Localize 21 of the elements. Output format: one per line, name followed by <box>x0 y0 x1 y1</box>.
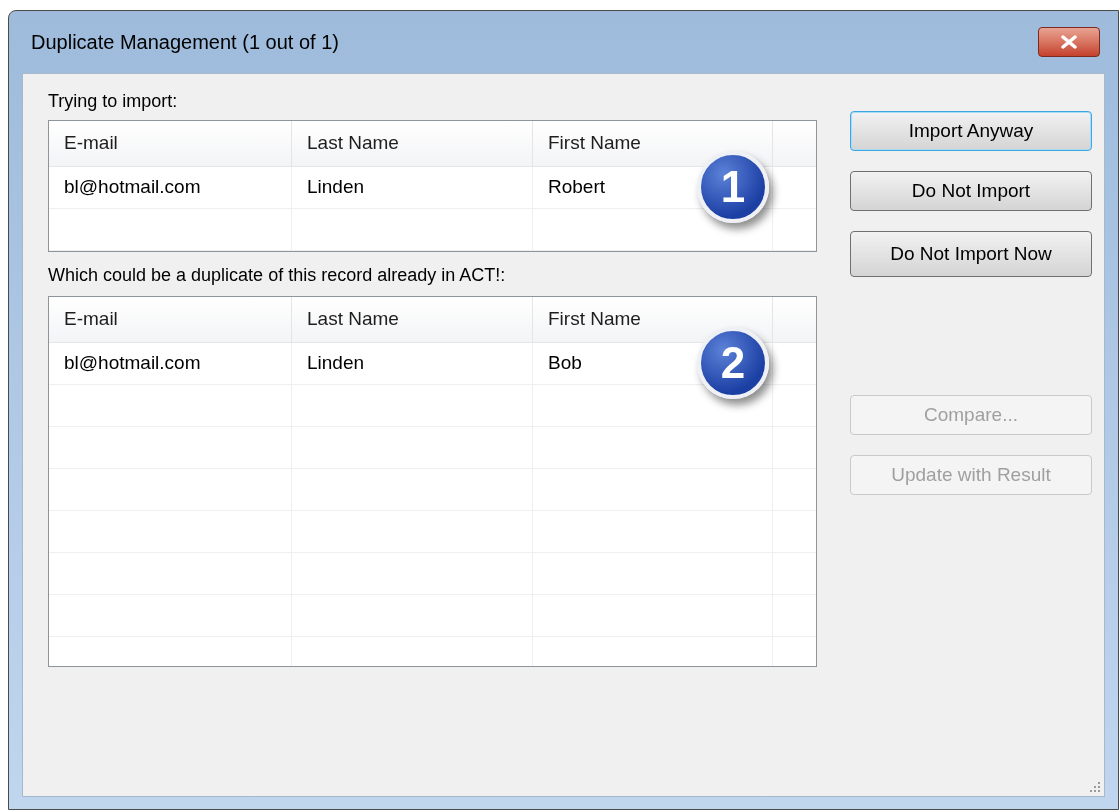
table-cell: Linden <box>292 343 533 384</box>
resize-grip-icon <box>1089 781 1101 793</box>
number-badge: 2 <box>697 327 769 399</box>
number-badge: 1 <box>697 151 769 223</box>
column-header[interactable]: Last Name <box>292 297 533 342</box>
dialog-button[interactable]: Import Anyway <box>850 111 1092 151</box>
column-header[interactable]: Last Name <box>292 121 533 166</box>
dialog-button[interactable]: Do Not Import Now <box>850 231 1092 277</box>
table-cell: Linden <box>292 167 533 208</box>
section-label: Trying to import: <box>48 90 179 113</box>
table-cell: bl@hotmail.com <box>49 167 292 208</box>
data-grid[interactable]: E-mail Last Name First Name bl@hotmail.com Linden Robert 1 <box>48 120 817 252</box>
table-cell: bl@hotmail.com <box>49 343 292 384</box>
data-grid[interactable]: E-mail Last Name First Name bl@hotmail.com Linden Bob 2 <box>48 296 817 667</box>
column-header[interactable]: E-mail <box>49 121 292 166</box>
section-label: Which could be a duplicate of this record already in ACT!: <box>48 264 507 287</box>
dialog-button[interactable]: Do Not Import <box>850 171 1092 211</box>
close-button[interactable] <box>1038 27 1100 57</box>
column-header[interactable]: E-mail <box>49 297 292 342</box>
close-icon <box>1060 35 1078 49</box>
window-title: Duplicate Management (1 out of 1) <box>31 30 339 55</box>
